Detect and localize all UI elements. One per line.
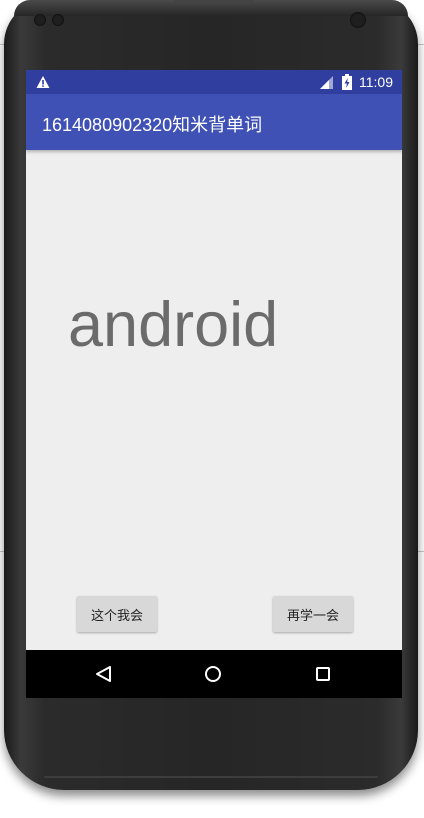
signal-icon: [320, 76, 333, 89]
home-circle-icon: [205, 666, 221, 682]
nav-home-button[interactable]: [183, 650, 243, 698]
navigation-bar: [26, 650, 402, 698]
recents-square-icon: [316, 667, 330, 681]
battery-icon: [342, 74, 352, 90]
study-again-button[interactable]: 再学一会: [273, 596, 353, 632]
front-camera: [350, 12, 366, 28]
back-triangle-icon: [96, 666, 111, 682]
emulator-stage: 11:09 1614080902320知米背单词 android 这个我会 再学…: [0, 0, 424, 818]
device-screen: 11:09 1614080902320知米背单词 android 这个我会 再学…: [26, 70, 402, 698]
nav-back-button[interactable]: [74, 650, 134, 698]
vocabulary-word: android: [68, 290, 279, 360]
status-time: 11:09: [359, 74, 393, 90]
app-title: 1614080902320知米背单词: [42, 115, 263, 135]
top-speaker: [174, 0, 254, 4]
front-sensor-left: [34, 14, 46, 26]
warning-icon: [36, 76, 50, 88]
bottom-bezel: [44, 776, 378, 778]
nav-recents-button[interactable]: [293, 650, 353, 698]
status-bar: 11:09: [26, 70, 402, 94]
front-sensor-right: [52, 14, 64, 26]
know-it-button[interactable]: 这个我会: [77, 596, 157, 632]
phone-frame: 11:09 1614080902320知米背单词 android 这个我会 再学…: [4, 0, 418, 790]
app-bar: 1614080902320知米背单词: [26, 94, 402, 150]
